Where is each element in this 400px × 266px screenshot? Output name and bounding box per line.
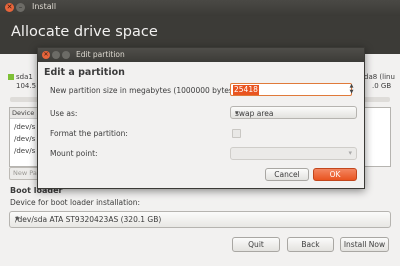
page-title: Allocate drive space bbox=[11, 24, 158, 40]
bootloader-device-select[interactable]: /dev/sda ATA ST9320423AS (320.1 GB) ▾ bbox=[9, 211, 391, 228]
mount-point-combo[interactable]: ▾ bbox=[230, 147, 357, 160]
mount-point-label: Mount point: bbox=[50, 149, 98, 158]
size-spinner-icon[interactable]: ▲ ▼ bbox=[347, 83, 356, 96]
chevron-down-icon: ▾ bbox=[15, 214, 20, 223]
partition-color-swatch bbox=[8, 74, 14, 80]
chevron-down-icon: ▾ bbox=[235, 108, 239, 117]
cancel-button[interactable]: Cancel bbox=[265, 168, 309, 181]
partition-size-value: 25418 bbox=[233, 85, 259, 95]
table-row[interactable]: /dev/s bbox=[14, 123, 35, 131]
dialog-heading: Edit a partition bbox=[44, 67, 125, 78]
window-close-icon[interactable]: ✕ bbox=[5, 3, 14, 12]
partition-label: da8 (linu bbox=[364, 73, 395, 81]
size-label: New partition size in megabytes (1000000… bbox=[50, 86, 239, 95]
partition-label: sda1 bbox=[16, 73, 33, 81]
table-header: Device bbox=[10, 108, 40, 119]
ok-button[interactable]: OK bbox=[313, 168, 357, 181]
use-as-label: Use as: bbox=[50, 109, 78, 118]
dialog-maximize-icon[interactable] bbox=[62, 50, 70, 59]
bootloader-device-label: Device for boot loader installation: bbox=[10, 198, 141, 207]
format-checkbox[interactable] bbox=[232, 129, 241, 138]
table-row[interactable]: /dev/s bbox=[14, 135, 35, 143]
window-minimize-icon[interactable]: – bbox=[16, 3, 25, 12]
install-now-button[interactable]: Install Now bbox=[340, 237, 389, 252]
chevron-down-icon: ▾ bbox=[348, 149, 352, 157]
partition-size: 104.5 bbox=[16, 82, 37, 90]
format-label: Format the partition: bbox=[50, 129, 128, 138]
partition-size: .0 GB bbox=[372, 82, 392, 90]
table-row[interactable]: /dev/s bbox=[14, 147, 35, 155]
dialog-title: Edit partition bbox=[76, 50, 125, 59]
back-button[interactable]: Back bbox=[287, 237, 334, 252]
window-titlebar: ✕ – Install bbox=[0, 0, 400, 16]
edit-partition-dialog: ✕ Edit partition Edit a partition New pa… bbox=[37, 47, 365, 189]
dialog-minimize-icon[interactable] bbox=[52, 50, 60, 59]
dialog-close-icon[interactable]: ✕ bbox=[42, 50, 50, 59]
dialog-titlebar: ✕ Edit partition bbox=[38, 48, 364, 62]
quit-button[interactable]: Quit bbox=[232, 237, 280, 252]
use-as-select[interactable]: swap area ▾ bbox=[230, 106, 357, 119]
partition-size-input[interactable]: 25418 bbox=[230, 83, 352, 96]
window-title: Install bbox=[32, 2, 57, 11]
